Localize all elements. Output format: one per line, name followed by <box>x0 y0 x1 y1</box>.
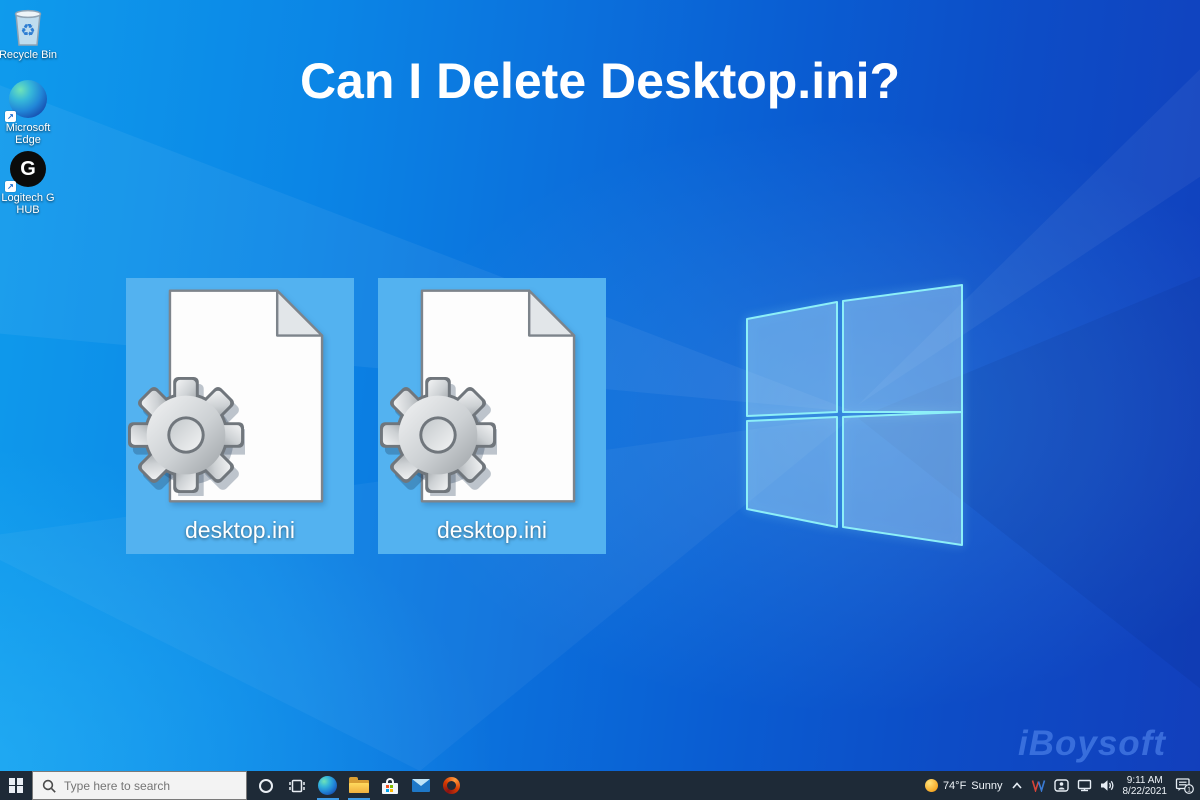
desktop-icon-microsoft-edge[interactable]: ↗ Microsoft Edge <box>0 78 59 146</box>
mail-icon <box>412 779 430 792</box>
recycle-bin-icon: ♻ <box>0 5 59 47</box>
chevron-up-icon <box>1011 780 1023 792</box>
store-icon <box>381 778 398 794</box>
edge-icon <box>318 776 337 795</box>
page-title: Can I Delete Desktop.ini? <box>0 52 1200 110</box>
shortcut-arrow-icon: ↗ <box>5 111 16 122</box>
gear-icon <box>379 374 497 496</box>
taskbar-clock[interactable]: 9:11 AM 8/22/2021 <box>1123 775 1168 797</box>
meet-now-button[interactable] <box>1054 779 1069 792</box>
microsoft-store-button[interactable] <box>374 771 405 800</box>
meet-now-icon <box>1054 779 1069 792</box>
taskbar-search[interactable] <box>32 771 247 800</box>
office-button[interactable] <box>436 771 467 800</box>
office-icon <box>443 777 460 794</box>
iboysoft-watermark: iBoysoft <box>1018 724 1166 764</box>
file-icon-desktop-ini-2[interactable]: desktop.ini <box>378 278 606 554</box>
windows-start-icon <box>9 778 24 793</box>
tray-date: 8/22/2021 <box>1123 786 1168 797</box>
svg-text:♻: ♻ <box>20 21 35 40</box>
action-center-button[interactable]: 1 <box>1175 777 1194 794</box>
shortcut-arrow-icon: ↗ <box>5 181 16 192</box>
desktop-icon-label: Logitech G HUB <box>0 192 59 216</box>
windows-desktop: Can I Delete Desktop.ini? ♻ Recycle Bin … <box>0 0 1200 800</box>
waves-audio-icon <box>1031 779 1046 792</box>
desktop-icon-label: Recycle Bin <box>0 49 59 61</box>
start-button[interactable] <box>0 771 32 800</box>
search-icon <box>42 779 57 794</box>
tray-time: 9:11 AM <box>1127 775 1163 786</box>
hidden-icons-button[interactable] <box>1011 780 1023 792</box>
notification-icon: 1 <box>1175 777 1194 794</box>
task-view-button[interactable] <box>281 771 312 800</box>
taskbar-app-icons <box>250 771 467 800</box>
file-name-label: desktop.ini <box>378 517 606 544</box>
file-explorer-icon <box>349 778 369 793</box>
system-tray: 74°F Sunny <box>925 771 1200 800</box>
edge-taskbar-button[interactable] <box>312 771 343 800</box>
weather-widget[interactable]: 74°F Sunny <box>925 779 1003 792</box>
desktop-icon-logitech-g-hub[interactable]: G ↗ Logitech G HUB <box>0 148 59 216</box>
ethernet-network-icon <box>1077 779 1092 792</box>
gear-icon <box>127 374 245 496</box>
weather-condition: Sunny <box>971 780 1002 792</box>
file-icon-desktop-ini-1[interactable]: desktop.ini <box>126 278 354 554</box>
task-view-icon <box>288 777 306 795</box>
windows-logo-wallpaper-icon <box>740 278 968 550</box>
search-input[interactable] <box>33 772 246 799</box>
volume-button[interactable] <box>1100 779 1115 792</box>
desktop-icon-recycle-bin[interactable]: ♻ Recycle Bin <box>0 5 59 61</box>
cortana-button[interactable] <box>250 771 281 800</box>
weather-temp: 74°F <box>943 780 966 792</box>
sun-icon <box>925 779 938 792</box>
network-button[interactable] <box>1077 779 1092 792</box>
file-explorer-button[interactable] <box>343 771 374 800</box>
file-name-label: desktop.ini <box>126 517 354 544</box>
waves-audio-tray-button[interactable] <box>1031 779 1046 792</box>
taskbar: 74°F Sunny <box>0 771 1200 800</box>
desktop-icon-label: Microsoft Edge <box>0 122 59 146</box>
notification-count-badge: 1 <box>1187 786 1191 793</box>
volume-icon <box>1100 779 1115 792</box>
mail-button[interactable] <box>405 771 436 800</box>
cortana-icon <box>259 779 273 793</box>
